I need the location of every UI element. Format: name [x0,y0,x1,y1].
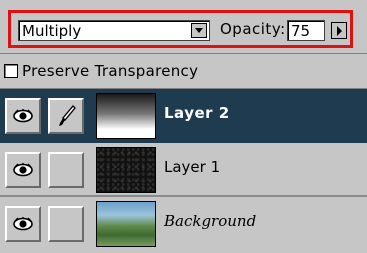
opacity-label: Opacity: [220,20,286,38]
preserve-transparency-checkbox[interactable] [4,64,18,78]
blend-mode-select[interactable]: Multiply [18,20,210,41]
eye-icon [13,109,33,123]
layer-thumbnail [96,201,156,247]
layer-name: Layer 2 [164,104,230,122]
preserve-transparency-option[interactable]: Preserve Transparency [4,60,198,82]
divider [0,53,367,54]
layer-row-layer-1[interactable]: Layer 1 [0,143,367,197]
blend-options-row: Multiply Opacity: 75 [8,10,353,48]
brush-link-toggle[interactable] [48,152,84,188]
layer-row-layer-2[interactable]: Layer 2 [0,89,367,143]
visibility-toggle[interactable] [5,206,41,242]
layer-name: Background [164,212,257,230]
eye-icon [13,217,33,231]
brush-link-toggle[interactable] [48,206,84,242]
paintbrush-icon [59,105,76,126]
blend-mode-value: Multiply [22,22,82,40]
brush-link-toggle[interactable] [48,98,84,134]
layer-thumbnail [96,93,156,139]
visibility-toggle[interactable] [5,98,41,134]
layers-palette: Multiply Opacity: 75 Preserve Transparen… [0,0,367,253]
preserve-transparency-label: Preserve Transparency [22,62,199,80]
chevron-down-icon[interactable] [191,23,207,38]
layer-thumbnail [96,147,156,193]
eye-icon [13,163,33,177]
layer-name: Layer 1 [164,158,221,176]
opacity-slider-arrow-icon[interactable] [331,22,347,39]
opacity-value: 75 [291,22,311,40]
visibility-toggle[interactable] [5,152,41,188]
opacity-input[interactable]: 75 [287,20,325,41]
layer-row-background[interactable]: Background [0,197,367,251]
